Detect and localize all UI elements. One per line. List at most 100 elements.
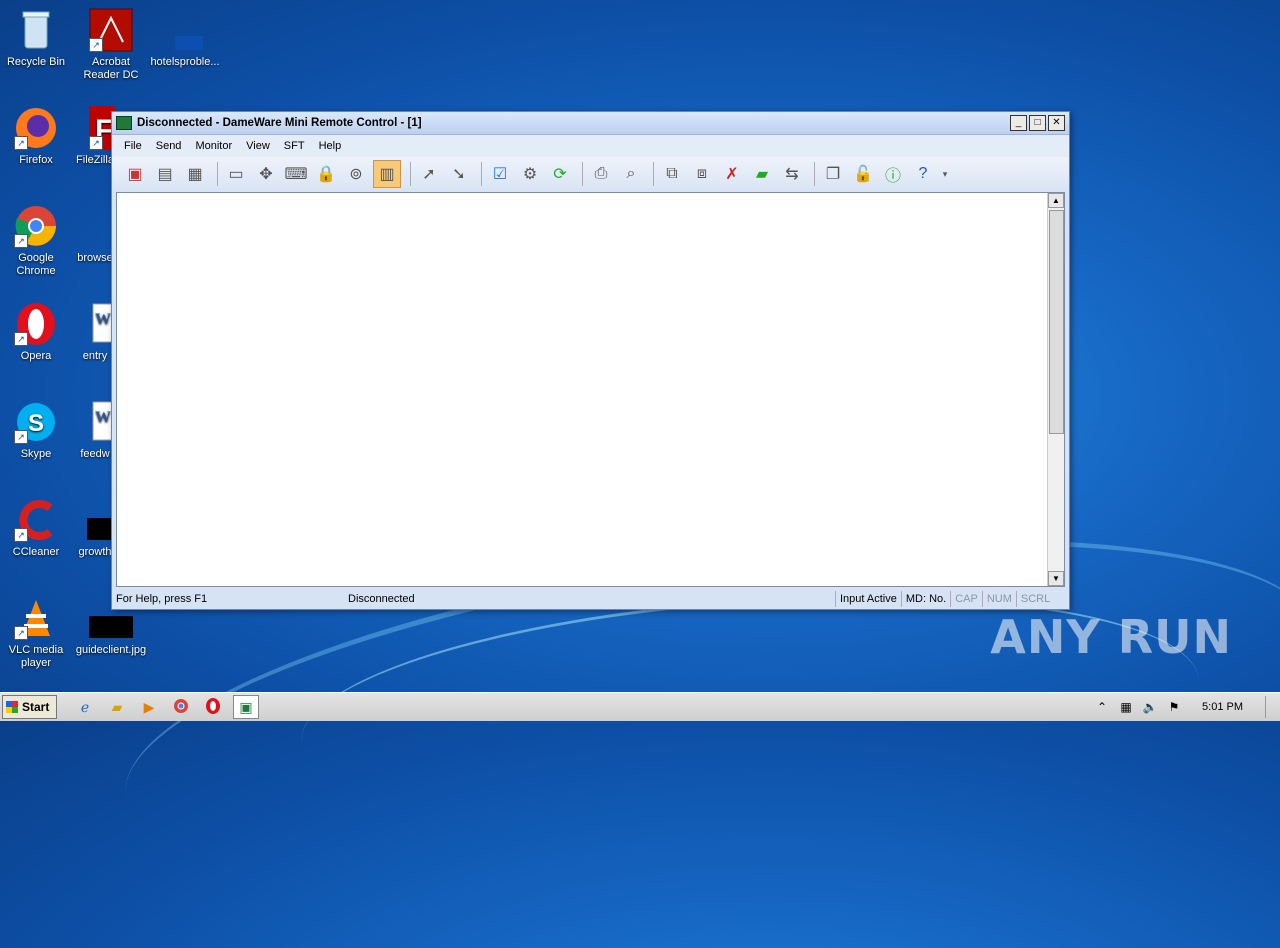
pointer-button[interactable]: ➚ bbox=[416, 161, 442, 187]
menu-bar: File Send Monitor View SFT Help bbox=[112, 135, 1069, 157]
print-button[interactable]: ⎙ bbox=[588, 161, 614, 187]
connect-button[interactable]: ▣ bbox=[122, 161, 148, 187]
desktop-icon-growth[interactable]: growth bbox=[75, 498, 115, 559]
unlock-button[interactable]: 🔓 bbox=[850, 161, 876, 187]
file-icon bbox=[75, 498, 115, 542]
taskbar-opera[interactable] bbox=[201, 696, 225, 718]
desktop-icon-chrome[interactable]: ↗ Google Chrome bbox=[0, 204, 72, 278]
file-transfer-button[interactable]: ▰ bbox=[749, 161, 775, 187]
cursor-icon: ➘ bbox=[452, 166, 466, 183]
options-button[interactable]: ⚙ bbox=[517, 161, 543, 187]
pan-button[interactable]: ✥ bbox=[253, 161, 279, 187]
menu-file[interactable]: File bbox=[124, 140, 142, 152]
chevron-up-icon: ⌃ bbox=[1097, 700, 1108, 714]
cursor-icon: ➚ bbox=[422, 166, 436, 183]
network-tray-icon[interactable]: ▦ bbox=[1118, 699, 1134, 715]
settings-checklist-button[interactable]: ☑ bbox=[487, 161, 513, 187]
toolbar-overflow-button[interactable]: ▾ bbox=[940, 161, 950, 187]
chrome-icon: ↗ bbox=[14, 204, 58, 248]
scroll-up-button[interactable]: ▲ bbox=[1048, 193, 1064, 208]
chrome-icon bbox=[173, 698, 189, 717]
info-button[interactable]: ⓘ bbox=[880, 161, 906, 187]
view-screen-button[interactable]: ▭ bbox=[223, 161, 249, 187]
toolbar-separator bbox=[410, 162, 411, 186]
help-button[interactable]: ? bbox=[910, 161, 936, 187]
ctrl-alt-del-button[interactable]: ⌨ bbox=[283, 161, 309, 187]
menu-monitor[interactable]: Monitor bbox=[195, 140, 232, 152]
svg-text:S: S bbox=[28, 410, 44, 437]
desktop-icon-acrobat[interactable]: ↗ Acrobat Reader DC bbox=[75, 8, 147, 82]
file-icon bbox=[75, 204, 115, 248]
remote-view-area[interactable]: ▲ ▼ bbox=[116, 192, 1065, 587]
desktop-icon-ccleaner[interactable]: ↗ CCleaner bbox=[0, 498, 72, 559]
desktop-icon-opera[interactable]: ↗ Opera bbox=[0, 302, 72, 363]
desktop-icon-label: growth bbox=[78, 546, 112, 558]
minimize-button[interactable]: _ bbox=[1010, 115, 1027, 131]
desktop-icon-hotelsproblem[interactable]: hotelsproble... bbox=[149, 8, 221, 69]
vertical-scrollbar[interactable]: ▲ ▼ bbox=[1047, 193, 1064, 586]
network-button[interactable]: ⧉ bbox=[659, 161, 685, 187]
desktop-icon-skype[interactable]: S ↗ Skype bbox=[0, 400, 72, 461]
desktop-icon-label: hotelsproble... bbox=[150, 56, 220, 68]
taskbar-ie[interactable]: ℯ bbox=[73, 696, 97, 718]
desktop-icon-feedw[interactable]: W feedw bbox=[75, 400, 115, 461]
desktop-icon-label: browse bbox=[77, 252, 113, 264]
desktop-icon-browse[interactable]: browse bbox=[75, 204, 115, 265]
menu-send[interactable]: Send bbox=[156, 140, 182, 152]
status-cap: CAP bbox=[950, 591, 982, 607]
action-center-flag-icon[interactable]: ⚑ bbox=[1166, 699, 1182, 715]
refresh-button[interactable]: ⟳ bbox=[547, 161, 573, 187]
keyboard-button[interactable]: ▥ bbox=[373, 160, 401, 188]
ccleaner-icon: ↗ bbox=[14, 498, 58, 542]
taskbar-media-player[interactable]: ▶ bbox=[137, 696, 161, 718]
taskbar-explorer[interactable]: ▰ bbox=[105, 696, 129, 718]
scroll-thumb[interactable] bbox=[1049, 210, 1064, 434]
system-tray: ⌃ ▦ 🔈 ⚑ 5:01 PM bbox=[1094, 693, 1280, 721]
remote-desktop-button[interactable]: ▦ bbox=[182, 161, 208, 187]
taskbar-chrome[interactable] bbox=[169, 696, 193, 718]
title-bar[interactable]: Disconnected - DameWare Mini Remote Cont… bbox=[112, 112, 1069, 135]
multi-connect-button[interactable]: ⧈ bbox=[689, 161, 715, 187]
desktop-icon-label: Skype bbox=[20, 448, 52, 460]
internet-explorer-icon: ℯ bbox=[80, 698, 90, 715]
remote-pointer-button[interactable]: ➘ bbox=[446, 161, 472, 187]
arrow-up-icon: ▲ bbox=[1052, 196, 1060, 205]
firefox-icon: ↗ bbox=[14, 106, 58, 150]
clock[interactable]: 5:01 PM bbox=[1202, 701, 1243, 713]
show-hidden-icons-button[interactable]: ⌃ bbox=[1094, 699, 1110, 715]
send-file-button[interactable]: ⇆ bbox=[779, 161, 805, 187]
window-title: Disconnected - DameWare Mini Remote Cont… bbox=[137, 117, 422, 129]
start-button[interactable]: Start bbox=[2, 695, 57, 719]
menu-view[interactable]: View bbox=[246, 140, 270, 152]
disconnect-icon: ▤ bbox=[157, 166, 173, 183]
move-arrows-icon: ✥ bbox=[259, 166, 273, 183]
refresh-icon: ⟳ bbox=[553, 166, 567, 183]
disconnect-button[interactable]: ▤ bbox=[152, 161, 178, 187]
status-connection: Disconnected bbox=[348, 593, 415, 605]
maximize-button[interactable]: □ bbox=[1029, 115, 1046, 131]
desktop-icon-filezilla[interactable]: F ↗ FileZilla bbox=[75, 106, 115, 167]
magnifier-icon: ⌕ bbox=[626, 165, 636, 182]
desktop-icon-vlc[interactable]: ↗ VLC media player bbox=[0, 596, 72, 670]
volume-icon[interactable]: 🔈 bbox=[1142, 699, 1158, 715]
menu-help[interactable]: Help bbox=[319, 140, 342, 152]
close-button[interactable]: ✕ bbox=[1048, 115, 1065, 131]
svg-text:W: W bbox=[95, 409, 111, 426]
desktop-icon-entry[interactable]: W entry bbox=[75, 302, 115, 363]
lock-button[interactable]: 🔒 bbox=[313, 161, 339, 187]
menu-sft[interactable]: SFT bbox=[284, 140, 305, 152]
show-desktop-button[interactable] bbox=[1265, 696, 1280, 718]
status-scrl: SCRL bbox=[1015, 591, 1054, 607]
folder-icon: ▰ bbox=[111, 698, 123, 715]
desktop-icon-firefox[interactable]: ↗ Firefox bbox=[0, 106, 72, 167]
scroll-down-button[interactable]: ▼ bbox=[1048, 571, 1064, 586]
disconnect-remote-button[interactable]: ✗ bbox=[719, 161, 745, 187]
taskbar-dameware[interactable]: ▣ bbox=[233, 695, 259, 719]
windows-button[interactable]: ❐ bbox=[820, 161, 846, 187]
unlock-icon: 🔓 bbox=[853, 166, 873, 183]
recycle-bin-icon bbox=[14, 8, 58, 52]
desktop-icon-recycle-bin[interactable]: Recycle Bin bbox=[0, 8, 72, 69]
print-preview-button[interactable]: ⌕ bbox=[618, 161, 644, 187]
view-only-button[interactable]: ⊚ bbox=[343, 161, 369, 187]
desktop-icon-label: Firefox bbox=[19, 154, 53, 166]
